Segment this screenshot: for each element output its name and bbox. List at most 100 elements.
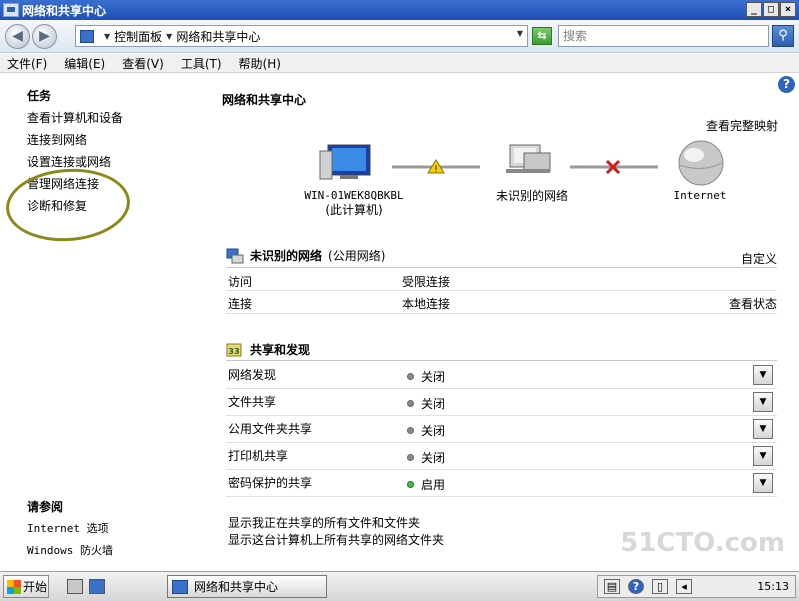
file-sharing-expand-button[interactable]: ▼ xyxy=(753,392,773,412)
taskbar-item-label: 网络和共享中心 xyxy=(194,580,279,594)
show-shared-folders-link[interactable]: 显示这台计算机上所有共享的网络文件夹 xyxy=(228,531,444,548)
network-center-icon xyxy=(3,3,19,17)
minimize-button[interactable]: _ xyxy=(746,2,762,17)
network-name: 未识别的网络 xyxy=(250,249,323,263)
network-map: ! WIN-01WEK8QBKBL (此计算机) 未识别的网络 Internet xyxy=(210,133,799,223)
tasks-heading: 任务 xyxy=(27,89,52,103)
status-text: 启用 xyxy=(421,478,446,492)
volume-icon[interactable]: ◂ xyxy=(676,579,692,594)
connection-label: 连接 xyxy=(228,297,253,311)
status-text: 关闭 xyxy=(421,397,446,411)
main-content: ? 网络和共享中心 查看完整映射 ! WIN-01WEK8QBKBL (此计算机… xyxy=(210,73,799,571)
network-type: (公用网络) xyxy=(328,249,386,263)
computer-sub: (此计算机) xyxy=(325,203,383,217)
network-discovery-label: 网络发现 xyxy=(228,368,277,382)
chevron-right-icon[interactable]: ▼ xyxy=(104,32,110,41)
globe-icon[interactable] xyxy=(678,140,724,186)
divider xyxy=(226,496,777,497)
file-sharing-label: 文件共享 xyxy=(228,395,277,409)
menu-file[interactable]: 文件(F) xyxy=(7,55,47,72)
search-input[interactable]: 搜索 xyxy=(558,25,769,47)
svg-text:!: ! xyxy=(434,165,438,175)
view-full-map-link[interactable]: 查看完整映射 xyxy=(706,117,778,134)
taskbar-item-network-center[interactable]: 网络和共享中心 xyxy=(167,575,327,598)
see-also-heading: 请参阅 xyxy=(27,500,64,514)
chevron-down-icon[interactable]: ▼ xyxy=(517,29,523,38)
printer-sharing-expand-button[interactable]: ▼ xyxy=(753,446,773,466)
breadcrumb-control-panel[interactable]: 控制面板 xyxy=(114,28,162,45)
maximize-button[interactable]: □ xyxy=(763,2,779,17)
address-field[interactable]: ▼ 控制面板 ▼ 网络和共享中心 ▼ xyxy=(75,25,528,47)
window-controls: _ □ × xyxy=(746,2,796,17)
search-icon[interactable]: ⚲ xyxy=(772,25,794,47)
watermark: 51CTO.com xyxy=(620,528,785,558)
link-internet-options[interactable]: Internet 选项 xyxy=(27,520,109,536)
system-tray: ▤ ? ▯ ◂ 15:13 xyxy=(597,575,796,598)
back-button[interactable]: ◀ xyxy=(5,24,30,49)
public-folder-sharing-label: 公用文件夹共享 xyxy=(228,422,313,436)
menu-help[interactable]: 帮助(H) xyxy=(239,55,281,72)
task-diagnose-repair[interactable]: 诊断和修复 xyxy=(27,197,87,214)
access-value: 受限连接 xyxy=(402,275,451,289)
internet-label: Internet xyxy=(673,189,727,202)
task-manage-connections[interactable]: 管理网络连接 xyxy=(27,175,99,192)
address-toolbar: ◀ ▶ ▼ 控制面板 ▼ 网络和共享中心 ▼ ⇆ 搜索 ⚲ xyxy=(0,20,799,53)
password-sharing-label: 密码保护的共享 xyxy=(228,476,313,490)
server-manager-icon[interactable] xyxy=(67,579,83,594)
computer-icon[interactable] xyxy=(319,144,371,180)
menu-tools[interactable]: 工具(T) xyxy=(181,55,222,72)
divider xyxy=(226,388,777,389)
access-label: 访问 xyxy=(228,275,253,289)
task-setup-connection[interactable]: 设置连接或网络 xyxy=(27,153,111,170)
network-map-svg: ! xyxy=(319,140,724,186)
divider xyxy=(226,290,777,291)
customize-link[interactable]: 自定义 xyxy=(741,250,777,267)
public-folder-sharing-expand-button[interactable]: ▼ xyxy=(753,419,773,439)
menu-view[interactable]: 查看(V) xyxy=(122,55,164,72)
svg-text:33: 33 xyxy=(228,347,239,356)
breadcrumb-network-center[interactable]: 网络和共享中心 xyxy=(176,28,260,45)
status-off-icon xyxy=(407,400,414,407)
divider xyxy=(226,313,777,314)
link-windows-firewall[interactable]: Windows 防火墙 xyxy=(27,542,113,558)
sharing-section-header: 33 共享和发现 xyxy=(226,341,310,358)
menu-edit[interactable]: 编辑(E) xyxy=(64,55,105,72)
network-tray-icon[interactable]: ▯ xyxy=(652,579,668,594)
file-sharing-status: 关闭 xyxy=(407,395,445,412)
window-title: 网络和共享中心 xyxy=(22,3,107,18)
network-discovery-expand-button[interactable]: ▼ xyxy=(753,365,773,385)
network-label: 未识别的网络 xyxy=(495,189,568,203)
status-off-icon xyxy=(407,373,414,380)
network-icon[interactable] xyxy=(506,144,551,173)
task-connect-network[interactable]: 连接到网络 xyxy=(27,131,87,148)
divider xyxy=(226,360,777,361)
close-button[interactable]: × xyxy=(780,2,796,17)
clock[interactable]: 15:13 xyxy=(757,580,789,593)
divider xyxy=(226,469,777,470)
connection-value[interactable]: 本地连接 xyxy=(402,295,450,312)
keyboard-icon[interactable]: ▤ xyxy=(604,579,620,594)
sharing-title: 共享和发现 xyxy=(250,343,311,357)
chevron-right-icon[interactable]: ▼ xyxy=(166,32,172,41)
status-text: 关闭 xyxy=(421,424,446,438)
sharing-icon: 33 xyxy=(226,343,242,356)
start-label: 开始 xyxy=(23,580,48,594)
password-sharing-expand-button[interactable]: ▼ xyxy=(753,473,773,493)
divider xyxy=(226,267,777,268)
divider xyxy=(226,442,777,443)
task-pane: 任务 查看计算机和设备 连接到网络 设置连接或网络 管理网络连接 诊断和修复 请… xyxy=(0,73,210,571)
status-text: 关闭 xyxy=(421,370,446,384)
view-status-link[interactable]: 查看状态 xyxy=(729,295,777,312)
desktop-icon[interactable] xyxy=(89,579,105,594)
show-shared-files-link[interactable]: 显示我正在共享的所有文件和文件夹 xyxy=(228,514,420,531)
task-view-computers[interactable]: 查看计算机和设备 xyxy=(27,109,123,126)
start-button[interactable]: 开始 xyxy=(3,575,49,598)
control-panel-icon xyxy=(80,29,94,43)
forward-button[interactable]: ▶ xyxy=(32,24,57,49)
status-off-icon xyxy=(407,454,414,461)
refresh-button[interactable]: ⇆ xyxy=(532,27,552,45)
title-bar[interactable]: 网络和共享中心 _ □ × xyxy=(0,0,799,20)
help-icon[interactable]: ? xyxy=(778,76,795,93)
help-icon[interactable]: ? xyxy=(628,579,644,594)
windows-logo-icon xyxy=(7,579,21,594)
